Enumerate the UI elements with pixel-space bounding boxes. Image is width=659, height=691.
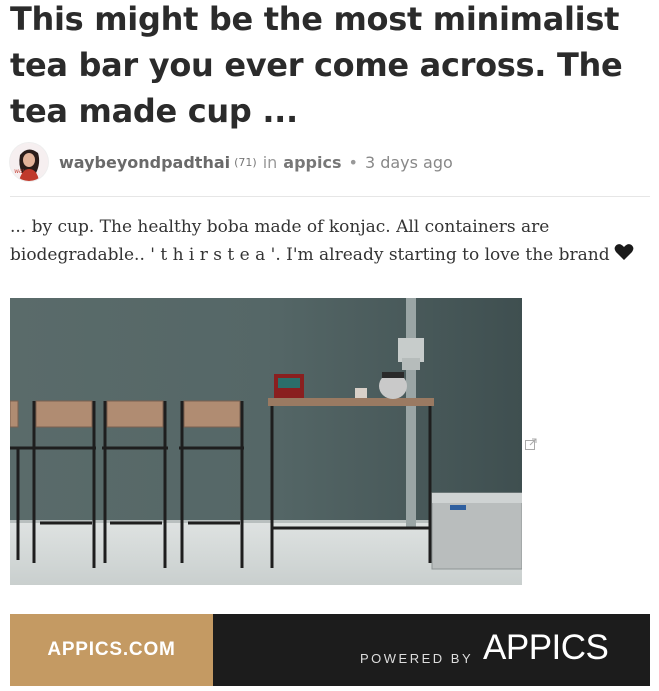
powered-by-panel: POWERED BY APPICS: [213, 614, 650, 686]
divider: [10, 196, 650, 197]
post-body-text: ... by cup. The healthy boba made of kon…: [10, 217, 610, 265]
author-reputation: (71): [234, 155, 257, 169]
post-meta: way waybeyondpadthai (71) in appics • 3 …: [10, 142, 650, 182]
post-title[interactable]: This might be the most minimalist tea ba…: [10, 0, 655, 134]
community-link[interactable]: appics: [283, 153, 341, 172]
in-label: in: [262, 152, 278, 172]
appics-logo: APPICS: [483, 628, 609, 667]
post-timestamp[interactable]: 3 days ago: [365, 153, 453, 172]
external-link-icon[interactable]: [525, 435, 537, 450]
black-heart-icon: [614, 242, 634, 270]
post-body: ... by cup. The healthy boba made of kon…: [10, 213, 650, 270]
meta-dot: •: [348, 152, 358, 172]
svg-text:way: way: [14, 168, 27, 175]
appics-site-link[interactable]: APPICS.COM: [10, 614, 213, 686]
post-image[interactable]: [10, 298, 522, 585]
appics-banner[interactable]: APPICS.COM POWERED BY APPICS: [10, 614, 650, 686]
avatar[interactable]: way: [10, 143, 48, 181]
author-link[interactable]: waybeyondpadthai: [59, 153, 230, 172]
powered-by-label: POWERED BY: [360, 651, 474, 666]
